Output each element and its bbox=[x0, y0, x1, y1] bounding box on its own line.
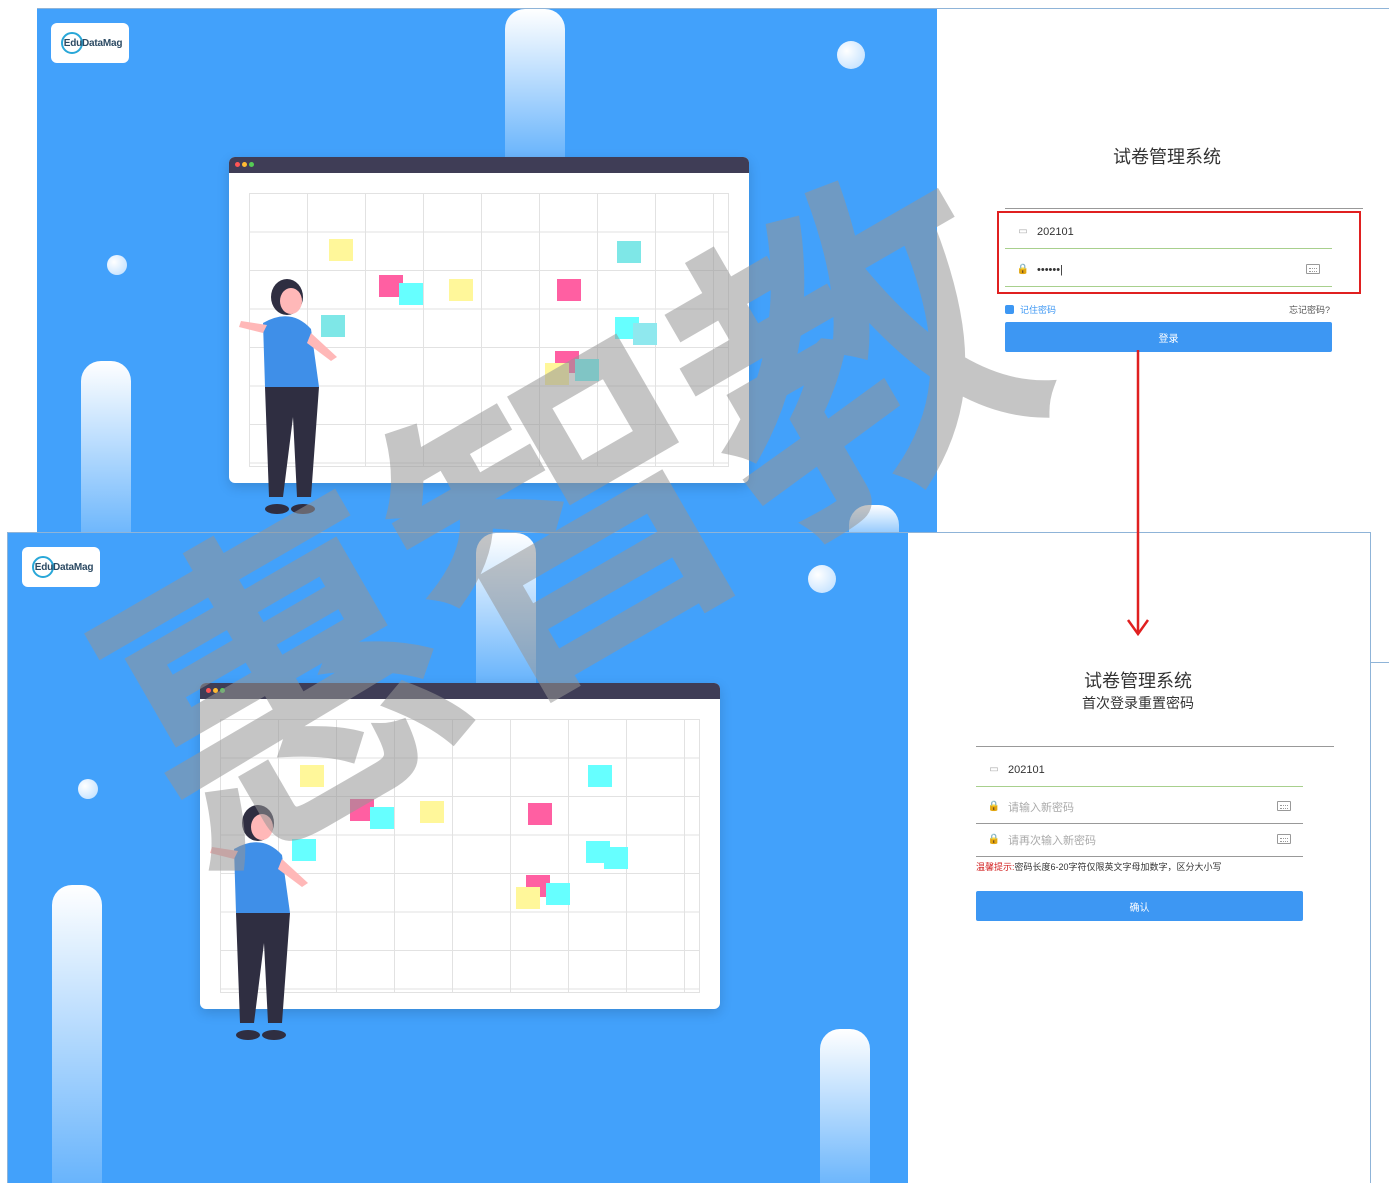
login-panel: 试卷管理系统 ▭ 202101 🔒 ••••••| 记住密码 忘记密码? 登录 bbox=[937, 9, 1389, 533]
bubble-decoration bbox=[78, 779, 98, 799]
checkbox-checked-icon bbox=[1005, 305, 1014, 314]
hint-text: 密码长度6-20字符仅限英文字母加数字，区分大小写 bbox=[1014, 862, 1222, 872]
pillar-decoration bbox=[849, 505, 899, 533]
flow-arrow-icon bbox=[1126, 350, 1150, 637]
confirm-password-field[interactable]: 🔒 请再次输入新密码 bbox=[976, 823, 1303, 857]
keyboard-icon[interactable] bbox=[1277, 834, 1291, 844]
pillar-decoration bbox=[505, 9, 565, 159]
hero-illustration: EduDataMag bbox=[8, 533, 908, 1183]
divider bbox=[976, 746, 1334, 747]
edge-line bbox=[1371, 662, 1389, 663]
login-button[interactable]: 登录 bbox=[1005, 322, 1332, 352]
lock-icon: 🔒 bbox=[987, 801, 1001, 812]
logo-text: EduDataMag bbox=[34, 561, 94, 573]
pillar-decoration bbox=[476, 533, 536, 683]
password-hint: 温馨提示:密码长度6-20字符仅限英文字母加数字，区分大小写 bbox=[976, 860, 1222, 873]
pillar-decoration bbox=[820, 1029, 870, 1183]
remember-label: 记住密码 bbox=[1020, 305, 1057, 315]
id-card-icon: ▭ bbox=[989, 764, 999, 775]
hint-label: 温馨提示: bbox=[976, 862, 1015, 872]
logo-text: EduDataMag bbox=[63, 37, 123, 49]
page-subtitle: 首次登录重置密码 bbox=[1082, 695, 1194, 711]
pillar-decoration bbox=[52, 885, 102, 1183]
forgot-password-link[interactable]: 忘记密码? bbox=[1289, 303, 1330, 316]
person-illustration bbox=[239, 279, 337, 514]
bubble-decoration bbox=[808, 565, 836, 593]
login-screenshot: EduDataMag 试卷管理系统 ▭ 202101 🔒 ••••••| 记住密… bbox=[37, 8, 1389, 533]
reset-screenshot: EduDataMag 试卷管理系统 首次登录重置密码 ▭ 202101 🔒 请输… bbox=[7, 532, 1371, 1183]
new-password-placeholder: 请输入新密码 bbox=[1008, 801, 1074, 814]
highlight-box bbox=[997, 211, 1361, 294]
bubble-decoration bbox=[107, 255, 127, 275]
confirm-password-placeholder: 请再次输入新密码 bbox=[1008, 834, 1096, 847]
logo: EduDataMag bbox=[51, 23, 129, 63]
bubble-decoration bbox=[837, 41, 865, 69]
person-illustration bbox=[210, 805, 308, 1040]
confirm-button[interactable]: 确认 bbox=[976, 891, 1303, 921]
pillar-decoration bbox=[81, 361, 131, 533]
new-password-field[interactable]: 🔒 请输入新密码 bbox=[976, 790, 1303, 824]
username-field[interactable]: ▭ 202101 bbox=[976, 753, 1303, 787]
page-title: 试卷管理系统 bbox=[1084, 671, 1192, 691]
username-value: 202101 bbox=[1008, 763, 1045, 776]
hero-illustration: EduDataMag bbox=[37, 9, 937, 533]
logo: EduDataMag bbox=[22, 547, 100, 587]
page-title: 试卷管理系统 bbox=[1113, 147, 1221, 167]
remember-checkbox[interactable]: 记住密码 bbox=[1005, 303, 1056, 316]
divider bbox=[1005, 208, 1363, 209]
lock-icon: 🔒 bbox=[987, 834, 1001, 845]
keyboard-icon[interactable] bbox=[1277, 801, 1291, 811]
